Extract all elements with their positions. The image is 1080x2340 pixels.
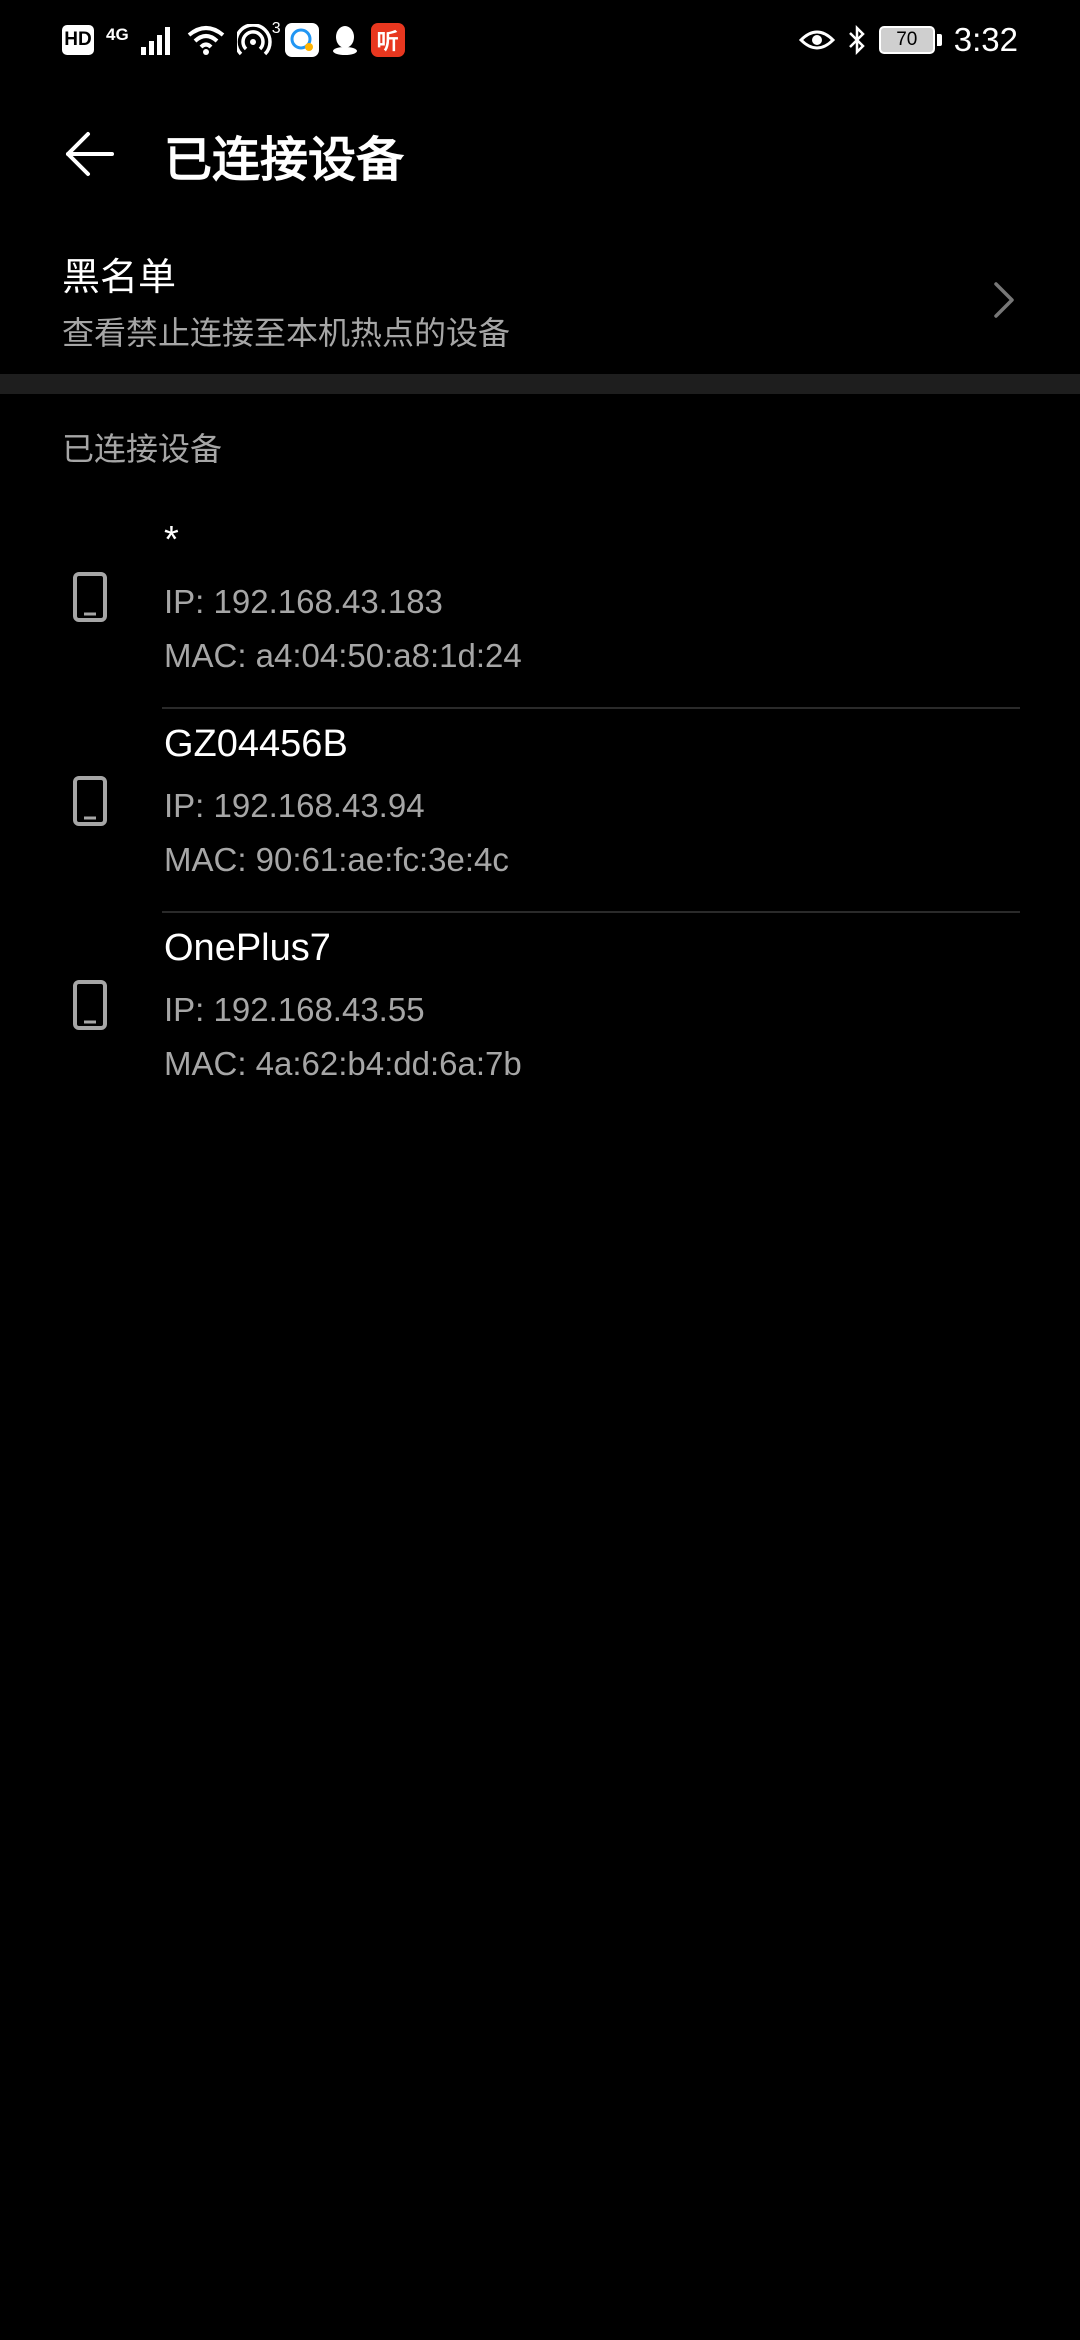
phone-icon (73, 776, 107, 826)
clock: 3:32 (953, 21, 1018, 58)
eye-icon (798, 28, 835, 52)
device-mac: MAC: 4a:62:b4:dd:6a:7b (164, 1045, 522, 1082)
tingyun-app-icon: 听 (370, 23, 405, 57)
device-ip: IP: 192.168.43.94 (164, 787, 425, 824)
wifi-icon (187, 25, 225, 55)
blacklist-row[interactable]: 黑名单 查看禁止连接至本机热点的设备 (0, 232, 1080, 372)
section-header: 已连接设备 (62, 430, 223, 468)
hotspot-count: 3 (271, 20, 281, 37)
device-name: OnePlus7 (164, 927, 331, 969)
status-left: HD 4G 3 听 (62, 20, 405, 57)
hd-icon: HD (62, 25, 94, 55)
phone-icon (73, 572, 107, 622)
device-item[interactable]: OnePlus7 IP: 192.168.43.55 MAC: 4a:62:b4… (0, 913, 1080, 1117)
device-mac: MAC: a4:04:50:a8:1d:24 (164, 637, 522, 674)
page-title: 已连接设备 (164, 132, 405, 188)
battery-tip (936, 34, 942, 46)
device-name: * (164, 519, 179, 561)
back-button[interactable] (62, 126, 118, 182)
qq-icon (331, 24, 359, 56)
device-name: GZ04456B (164, 723, 348, 765)
bluetooth-icon (847, 25, 867, 55)
arrow-left-icon (66, 132, 114, 176)
device-ip: IP: 192.168.43.55 (164, 991, 425, 1028)
section-divider (0, 374, 1080, 394)
app-bar: 已连接设备 (0, 100, 1080, 208)
status-bar: HD 4G 3 听 70 3:32 (0, 0, 1080, 80)
chevron-right-icon (994, 282, 1014, 318)
chat-app-icon (284, 23, 319, 57)
battery-icon: 70 (878, 26, 935, 54)
phone-icon (73, 980, 107, 1030)
hotspot-icon: 3 (236, 20, 281, 56)
status-right: 70 3:32 (798, 21, 1018, 59)
device-item[interactable]: * IP: 192.168.43.183 MAC: a4:04:50:a8:1d… (0, 505, 1080, 709)
device-ip: IP: 192.168.43.183 (164, 583, 443, 620)
device-mac: MAC: 90:61:ae:fc:3e:4c (164, 841, 509, 878)
blacklist-subtitle: 查看禁止连接至本机热点的设备 (62, 314, 511, 352)
blacklist-title: 黑名单 (62, 255, 177, 299)
device-item[interactable]: GZ04456B IP: 192.168.43.94 MAC: 90:61:ae… (0, 709, 1080, 913)
signal-icon (140, 25, 175, 55)
device-list: * IP: 192.168.43.183 MAC: a4:04:50:a8:1d… (0, 505, 1080, 1117)
network-type-label: 4G (106, 25, 129, 44)
